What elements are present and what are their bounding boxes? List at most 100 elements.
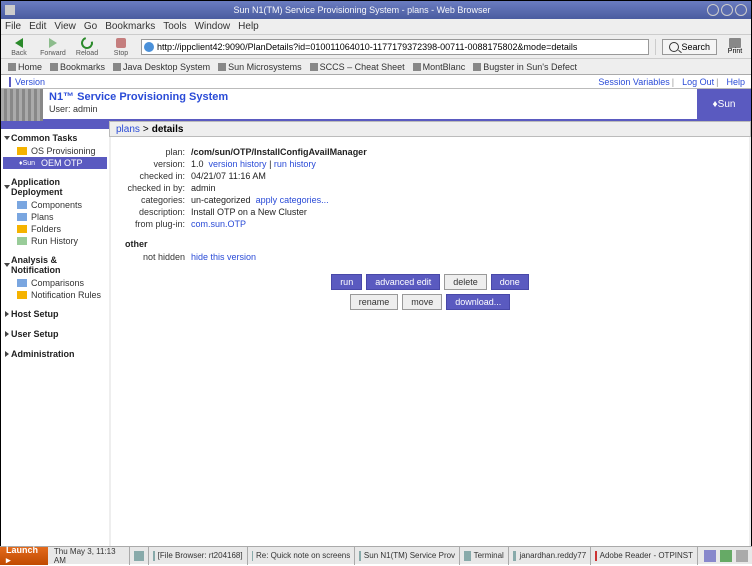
action-row-2: rename move download... <box>125 294 735 310</box>
menu-view[interactable]: View <box>54 21 76 32</box>
bell-icon <box>17 291 27 299</box>
window-close-button[interactable] <box>735 4 747 16</box>
breadcrumb-sep: > <box>143 124 149 135</box>
section-other: other <box>125 239 735 249</box>
delete-button[interactable]: delete <box>444 274 487 290</box>
nav-comparisons[interactable]: Comparisons <box>3 277 107 289</box>
link-plugin[interactable]: com.sun.OTP <box>191 219 246 229</box>
val-plugin: com.sun.OTP <box>191 219 735 229</box>
link-run-history[interactable]: run history <box>274 159 316 169</box>
session-variables-link[interactable]: Session Variables <box>598 77 669 87</box>
nav-hdr-common[interactable]: Common Tasks <box>3 131 107 145</box>
launch-button[interactable]: Launch ▸ <box>0 547 48 565</box>
browser-menubar: File Edit View Go Bookmarks Tools Window… <box>1 19 751 35</box>
window-maximize-button[interactable] <box>721 4 733 16</box>
breadcrumb-current: details <box>152 124 184 135</box>
tray-icon-2[interactable] <box>720 550 732 562</box>
app-header: N1™ Service Provisioning System User: ad… <box>1 89 751 121</box>
nav-os-provisioning[interactable]: OS Provisioning <box>3 145 107 157</box>
done-button[interactable]: done <box>491 274 529 290</box>
toolbar-divider <box>655 39 656 55</box>
bm-sccs[interactable]: SCCS – Cheat Sheet <box>307 62 408 72</box>
gear-icon <box>17 147 27 155</box>
link-version-history[interactable]: version history <box>209 159 267 169</box>
nav-folders[interactable]: Folders <box>3 223 107 235</box>
rename-button[interactable]: rename <box>350 294 399 310</box>
task-im[interactable]: janardhan.reddy77 <box>509 547 591 565</box>
compare-icon <box>17 279 27 287</box>
breadcrumb: plans > details <box>109 121 751 137</box>
search-icon <box>669 42 679 52</box>
task-adobe[interactable]: Adobe Reader - OTPINST <box>591 547 698 565</box>
menu-help[interactable]: Help <box>238 21 259 32</box>
stop-button[interactable]: Stop <box>107 36 135 57</box>
nav-notification-rules[interactable]: Notification Rules <box>3 289 107 301</box>
url-bar[interactable] <box>141 39 649 55</box>
forward-button[interactable]: Forward <box>39 36 67 57</box>
logout-link[interactable]: Log Out <box>682 77 714 87</box>
task-terminal[interactable]: Terminal <box>460 547 509 565</box>
search-button[interactable]: Search <box>662 39 717 55</box>
window-titlebar: Sun N1(TM) Service Provisioning System -… <box>1 1 751 19</box>
task-mail[interactable]: Re: Quick note on screens <box>248 547 356 565</box>
person-icon <box>513 551 517 561</box>
link-icon <box>473 63 481 71</box>
bm-montblanc[interactable]: MontBlanc <box>410 62 469 72</box>
back-icon <box>15 38 23 48</box>
window-minimize-button[interactable] <box>707 4 719 16</box>
nav-hdr-host[interactable]: Host Setup <box>3 307 107 321</box>
action-row-1: run advanced edit delete done <box>125 274 735 290</box>
lbl-description: description: <box>125 207 185 217</box>
link-icon <box>310 63 318 71</box>
stop-icon <box>116 38 126 48</box>
download-button[interactable]: download... <box>446 294 510 310</box>
link-hide-version[interactable]: hide this version <box>191 252 256 262</box>
advanced-edit-button[interactable]: advanced edit <box>366 274 440 290</box>
tray-icon-1[interactable] <box>704 550 716 562</box>
nav-oem-otp[interactable]: ♦SunOEM OTP <box>3 157 107 169</box>
back-button[interactable]: Back <box>5 36 33 57</box>
menu-edit[interactable]: Edit <box>29 21 46 32</box>
bm-bookmarks[interactable]: Bookmarks <box>47 62 108 72</box>
reload-button[interactable]: Reload <box>73 36 101 57</box>
plan-icon <box>17 213 27 221</box>
nav-hdr-user[interactable]: User Setup <box>3 327 107 341</box>
menu-window[interactable]: Window <box>195 21 231 32</box>
nav-components[interactable]: Components <box>3 199 107 211</box>
reload-icon <box>79 35 95 51</box>
version-link[interactable]: Version <box>9 77 45 87</box>
sun-icon: ♦Sun <box>17 160 37 167</box>
url-input[interactable] <box>157 42 646 52</box>
print-button[interactable]: Print <box>723 38 747 55</box>
help-link[interactable]: Help <box>726 77 745 87</box>
menu-go[interactable]: Go <box>84 21 97 32</box>
val-version: 1.0 version history | run history <box>191 159 735 169</box>
bm-home[interactable]: Home <box>5 62 45 72</box>
show-desktop-button[interactable] <box>130 547 148 565</box>
val-description: Install OTP on a New Cluster <box>191 207 735 217</box>
menu-bookmarks[interactable]: Bookmarks <box>105 21 155 32</box>
window-app-icon <box>5 5 15 15</box>
task-browser[interactable]: Sun N1(TM) Service Prov <box>355 547 460 565</box>
window-title: Sun N1(TM) Service Provisioning System -… <box>19 5 705 15</box>
link-apply-categories[interactable]: apply categories... <box>256 195 329 205</box>
move-button[interactable]: move <box>402 294 442 310</box>
bookmark-bar: Home Bookmarks Java Desktop System Sun M… <box>1 59 751 75</box>
volume-icon[interactable] <box>736 550 748 562</box>
nav-hdr-admin[interactable]: Administration <box>3 347 107 361</box>
run-button[interactable]: run <box>331 274 362 290</box>
nav-hdr-analysis[interactable]: Analysis & Notification <box>3 253 107 277</box>
home-icon <box>8 63 16 71</box>
bm-jds[interactable]: Java Desktop System <box>110 62 213 72</box>
nav-run-history[interactable]: Run History <box>3 235 107 247</box>
menu-file[interactable]: File <box>5 21 21 32</box>
menu-tools[interactable]: Tools <box>163 21 186 32</box>
breadcrumb-plans[interactable]: plans <box>116 124 140 135</box>
lbl-plugin: from plug-in: <box>125 219 185 229</box>
bm-sun[interactable]: Sun Microsystems <box>215 62 305 72</box>
pdf-icon <box>595 551 596 561</box>
nav-plans[interactable]: Plans <box>3 211 107 223</box>
bm-bugster[interactable]: Bugster in Sun's Defect <box>470 62 580 72</box>
nav-hdr-app-deploy[interactable]: Application Deployment <box>3 175 107 199</box>
task-filebrowser[interactable]: [File Browser: rt204168] <box>149 547 248 565</box>
